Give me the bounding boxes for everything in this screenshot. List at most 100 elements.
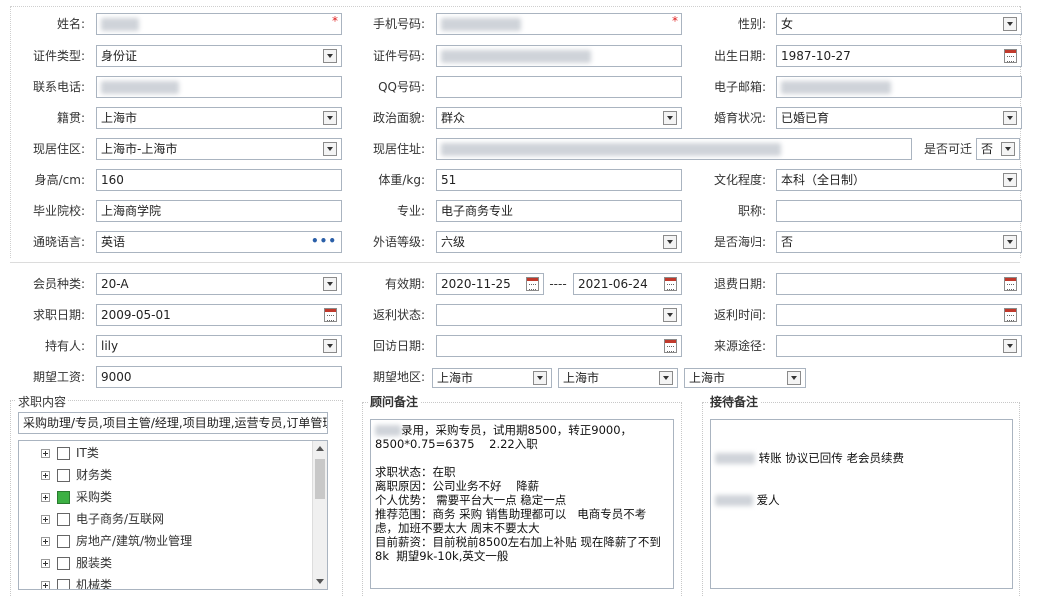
qq-input[interactable] [436,76,682,98]
relocate-select[interactable]: 否 [976,138,1020,160]
checkbox[interactable] [57,535,70,548]
major-input[interactable]: 电子商务专业 [436,200,682,222]
scroll-down-icon[interactable] [316,579,324,584]
tree-left-pad [18,440,24,590]
major-value: 电子商务专业 [441,204,514,218]
job-tree[interactable]: IT类 财务类 采购类 电子商务/互联网 房地产/建筑/物业管理 服装类 机械类 [18,440,328,590]
checkbox[interactable] [57,469,70,482]
region-district-select[interactable]: 上海市 [684,368,806,388]
calendar-icon[interactable] [664,339,677,353]
expand-icon[interactable] [41,449,50,458]
dropdown-arrow-icon[interactable] [1003,111,1017,125]
dropdown-arrow-icon[interactable] [787,371,801,385]
vertical-scrollbar[interactable] [312,441,327,589]
dropdown-arrow-icon[interactable] [323,277,337,291]
reception-note-textarea[interactable]: 转账 协议已回传 老会员续费 爱人 [710,419,1013,589]
holder-label: 持有人: [44,339,85,353]
valid-from-input[interactable]: 2020-11-25 [436,273,544,295]
section-divider [10,262,1020,263]
calendar-icon[interactable] [1004,277,1017,291]
region-province-select[interactable]: 上海市 [432,368,552,388]
dropdown-arrow-icon[interactable] [659,371,673,385]
calendar-icon[interactable] [664,277,677,291]
birth-date-input[interactable]: 1987-10-27 [776,45,1022,67]
dropdown-arrow-icon[interactable] [323,49,337,63]
dropdown-arrow-icon[interactable] [663,235,677,249]
visit-date-input[interactable] [436,335,682,357]
holder-select[interactable]: lily [96,335,342,357]
refund-date-input[interactable] [776,273,1022,295]
foreign-level-select[interactable]: 六级 [436,231,682,253]
expand-icon[interactable] [41,493,50,502]
valid-to-input[interactable]: 2021-06-24 [573,273,682,295]
dropdown-arrow-icon[interactable] [1003,339,1017,353]
title-input[interactable] [776,200,1022,222]
dropdown-arrow-icon[interactable] [1003,235,1017,249]
advisor-note-textarea[interactable]: 录用，采购专员，试用期8500，转正9000， 8500*0.75=6375 2… [370,419,674,589]
name-input[interactable]: * [96,13,342,35]
native-select[interactable]: 上海市 [96,107,342,129]
expand-icon[interactable] [41,581,50,589]
political-select[interactable]: 群众 [436,107,682,129]
height-input[interactable]: 160 [96,169,342,191]
dropdown-arrow-icon[interactable] [1003,17,1017,31]
education-select[interactable]: 本科（全日制） [776,169,1022,191]
job-date-input[interactable]: 2009-05-01 [96,304,342,326]
dropdown-arrow-icon[interactable] [1003,173,1017,187]
scroll-thumb[interactable] [315,459,325,499]
language-input[interactable]: 英语 ••• [96,231,342,253]
dropdown-arrow-icon[interactable] [323,339,337,353]
overseas-select[interactable]: 否 [776,231,1022,253]
region-city-select[interactable]: 上海市 [558,368,678,388]
expand-icon[interactable] [41,559,50,568]
calendar-icon[interactable] [1004,308,1017,322]
checkbox[interactable] [57,579,70,589]
calendar-icon[interactable] [324,308,337,322]
checkbox[interactable] [57,557,70,570]
live-area-select[interactable]: 上海市-上海市 [96,138,342,160]
weight-input[interactable]: 51 [436,169,682,191]
checkbox[interactable] [57,513,70,526]
contact-phone-input[interactable] [96,76,342,98]
birth-label: 出生日期: [713,49,766,63]
expand-icon[interactable] [41,515,50,524]
member-type-select[interactable]: 20-A [96,273,342,295]
advisor-note-text: 录用，采购专员，试用期8500，转正9000， 8500*0.75=6375 2… [375,423,661,563]
checkbox[interactable] [57,447,70,460]
tree-item[interactable]: 房地产/建筑/物业管理 [41,531,192,551]
required-mark: * [672,14,678,28]
tree-item[interactable]: IT类 [41,443,99,463]
rebate-status-select[interactable] [436,304,682,326]
checkbox-checked[interactable] [57,491,70,504]
tree-item[interactable]: 采购类 [41,487,112,507]
id-no-input[interactable] [436,45,682,67]
calendar-icon[interactable] [526,277,539,291]
marital-select[interactable]: 已婚已育 [776,107,1022,129]
more-options-icon[interactable]: ••• [311,232,337,251]
tree-item[interactable]: 机械类 [41,575,112,589]
rebate-time-input[interactable] [776,304,1022,326]
gender-select[interactable]: 女 [776,13,1022,35]
expand-icon[interactable] [41,471,50,480]
dropdown-arrow-icon[interactable] [533,371,547,385]
tree-item[interactable]: 电子商务/互联网 [41,509,164,529]
tree-item[interactable]: 财务类 [41,465,112,485]
region-district-value: 上海市 [689,371,726,385]
email-input[interactable] [776,76,1022,98]
school-input[interactable]: 上海商学院 [96,200,342,222]
scroll-up-icon[interactable] [316,446,324,451]
expand-icon[interactable] [41,537,50,546]
dropdown-arrow-icon[interactable] [1001,142,1015,156]
dropdown-arrow-icon[interactable] [663,308,677,322]
salary-input[interactable]: 9000 [96,366,342,388]
live-addr-input[interactable] [436,138,912,160]
dropdown-arrow-icon[interactable] [323,111,337,125]
source-select[interactable] [776,335,1022,357]
tree-item[interactable]: 服装类 [41,553,112,573]
phone-input[interactable]: * [436,13,682,35]
job-content-summary[interactable]: 采购助理/专员,项目主管/经理,项目助理,运营专员,订单管理 [18,412,328,434]
id-type-select[interactable]: 身份证 [96,45,342,67]
calendar-icon[interactable] [1004,49,1017,63]
dropdown-arrow-icon[interactable] [323,142,337,156]
dropdown-arrow-icon[interactable] [663,111,677,125]
